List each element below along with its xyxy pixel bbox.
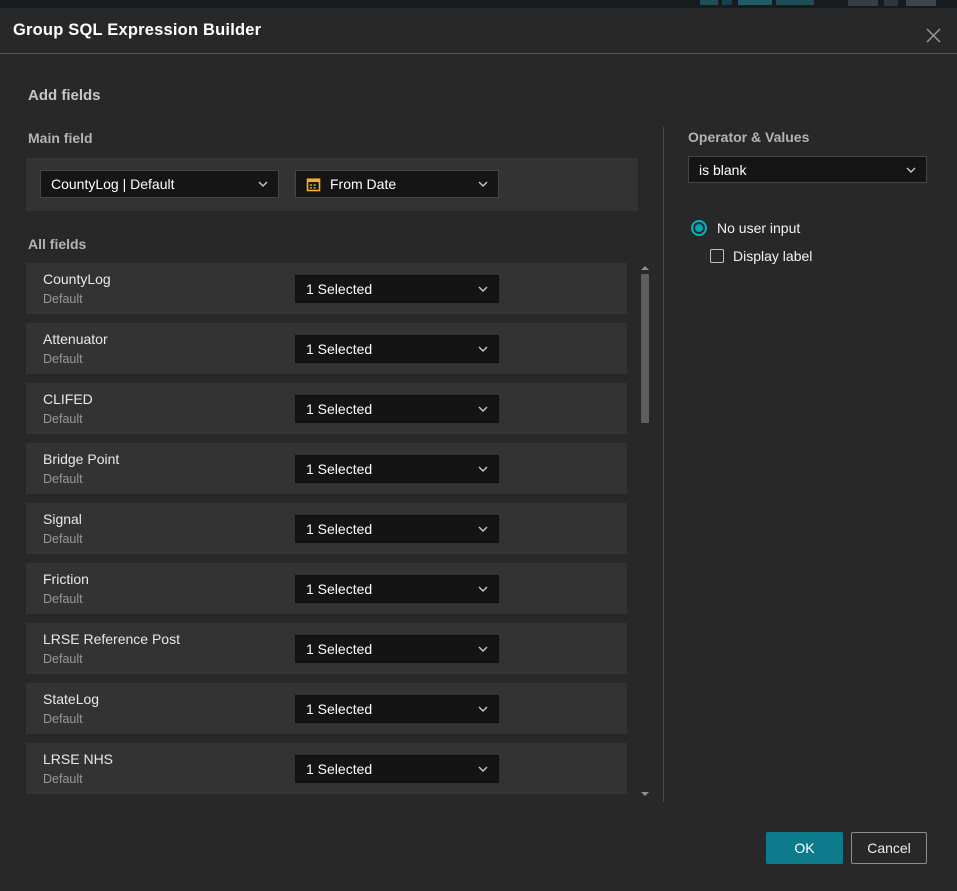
field-type: Default — [43, 472, 83, 486]
field-type: Default — [43, 352, 83, 366]
field-row: LRSE Reference Post Default 1 Selected — [26, 623, 627, 674]
field-row: CountyLog Default 1 Selected — [26, 263, 627, 314]
calendar-icon — [306, 177, 321, 192]
field-type: Default — [43, 292, 83, 306]
dialog-title: Group SQL Expression Builder — [13, 21, 261, 40]
field-row: LRSE NHS Default 1 Selected — [26, 743, 627, 794]
field-type: Default — [43, 712, 83, 726]
field-selection-value: 1 Selected — [306, 761, 372, 777]
field-name: LRSE NHS — [43, 751, 113, 767]
main-field-field-select-value: From Date — [330, 176, 396, 192]
background-fragment — [906, 0, 936, 6]
main-field-label: Main field — [28, 130, 93, 146]
operator-values-label: Operator & Values — [688, 129, 809, 145]
add-fields-heading: Add fields — [28, 87, 101, 104]
field-type: Default — [43, 532, 83, 546]
field-row: Bridge Point Default 1 Selected — [26, 443, 627, 494]
field-name: Attenuator — [43, 331, 108, 347]
field-selection-value: 1 Selected — [306, 341, 372, 357]
field-name: StateLog — [43, 691, 99, 707]
field-selection-select[interactable]: 1 Selected — [295, 335, 499, 363]
background-fragment — [738, 0, 772, 5]
field-row: Friction Default 1 Selected — [26, 563, 627, 614]
dialog-titlebar: Group SQL Expression Builder — [0, 8, 957, 54]
chevron-down-icon — [478, 406, 488, 412]
all-fields-label: All fields — [28, 236, 86, 252]
background-fragment — [884, 0, 898, 6]
field-name: Friction — [43, 571, 89, 587]
operator-select-value: is blank — [699, 162, 746, 178]
field-selection-select[interactable]: 1 Selected — [295, 635, 499, 663]
field-name: CLIFED — [43, 391, 93, 407]
field-selection-select[interactable]: 1 Selected — [295, 395, 499, 423]
field-row: Attenuator Default 1 Selected — [26, 323, 627, 374]
background-fragment — [776, 0, 814, 5]
close-icon[interactable] — [924, 26, 943, 45]
field-name: Bridge Point — [43, 451, 119, 467]
field-selection-select[interactable]: 1 Selected — [295, 515, 499, 543]
display-label-label: Display label — [733, 248, 812, 264]
chevron-down-icon — [258, 181, 268, 187]
field-type: Default — [43, 592, 83, 606]
field-selection-value: 1 Selected — [306, 281, 372, 297]
field-type: Default — [43, 652, 83, 666]
field-selection-select[interactable]: 1 Selected — [295, 275, 499, 303]
chevron-down-icon — [478, 766, 488, 772]
operator-select[interactable]: is blank — [688, 156, 927, 183]
background-fragment — [700, 0, 718, 5]
main-field-layer-select[interactable]: CountyLog | Default — [40, 170, 279, 198]
chevron-down-icon — [478, 706, 488, 712]
chevron-down-icon — [478, 466, 488, 472]
field-row: CLIFED Default 1 Selected — [26, 383, 627, 434]
background-fragment — [848, 0, 878, 6]
field-selection-value: 1 Selected — [306, 641, 372, 657]
display-label-option[interactable]: Display label — [710, 248, 812, 264]
group-sql-expression-builder-dialog: Group SQL Expression Builder Add fields … — [0, 0, 957, 891]
field-row: Signal Default 1 Selected — [26, 503, 627, 554]
chevron-down-icon — [478, 526, 488, 532]
no-user-input-option[interactable]: No user input — [691, 220, 800, 236]
field-selection-select[interactable]: 1 Selected — [295, 575, 499, 603]
field-selection-select[interactable]: 1 Selected — [295, 455, 499, 483]
checkbox-unchecked-icon[interactable] — [710, 249, 724, 263]
chevron-down-icon — [478, 286, 488, 292]
panel-divider — [663, 127, 664, 802]
chevron-down-icon — [478, 586, 488, 592]
background-app-strip — [0, 0, 957, 8]
field-type: Default — [43, 412, 83, 426]
field-selection-value: 1 Selected — [306, 581, 372, 597]
background-fragment — [722, 0, 732, 5]
field-name: LRSE Reference Post — [43, 631, 180, 647]
field-selection-select[interactable]: 1 Selected — [295, 755, 499, 783]
radio-selected-icon[interactable] — [691, 220, 707, 236]
field-selection-select[interactable]: 1 Selected — [295, 695, 499, 723]
chevron-down-icon — [478, 181, 488, 187]
field-selection-value: 1 Selected — [306, 701, 372, 717]
chevron-down-icon — [906, 167, 916, 173]
field-selection-value: 1 Selected — [306, 521, 372, 537]
chevron-down-icon — [478, 346, 488, 352]
scrollbar-up-arrow-icon[interactable] — [641, 266, 649, 270]
field-name: Signal — [43, 511, 82, 527]
main-field-layer-select-value: CountyLog | Default — [51, 176, 175, 192]
ok-button[interactable]: OK — [766, 832, 843, 864]
field-selection-value: 1 Selected — [306, 461, 372, 477]
scrollbar-down-arrow-icon[interactable] — [641, 792, 649, 796]
scrollbar-thumb[interactable] — [641, 274, 649, 423]
chevron-down-icon — [478, 646, 488, 652]
field-type: Default — [43, 772, 83, 786]
cancel-button[interactable]: Cancel — [851, 832, 927, 864]
field-selection-value: 1 Selected — [306, 401, 372, 417]
field-row: StateLog Default 1 Selected — [26, 683, 627, 734]
no-user-input-label: No user input — [717, 220, 800, 236]
main-field-field-select[interactable]: From Date — [295, 170, 499, 198]
field-name: CountyLog — [43, 271, 111, 287]
